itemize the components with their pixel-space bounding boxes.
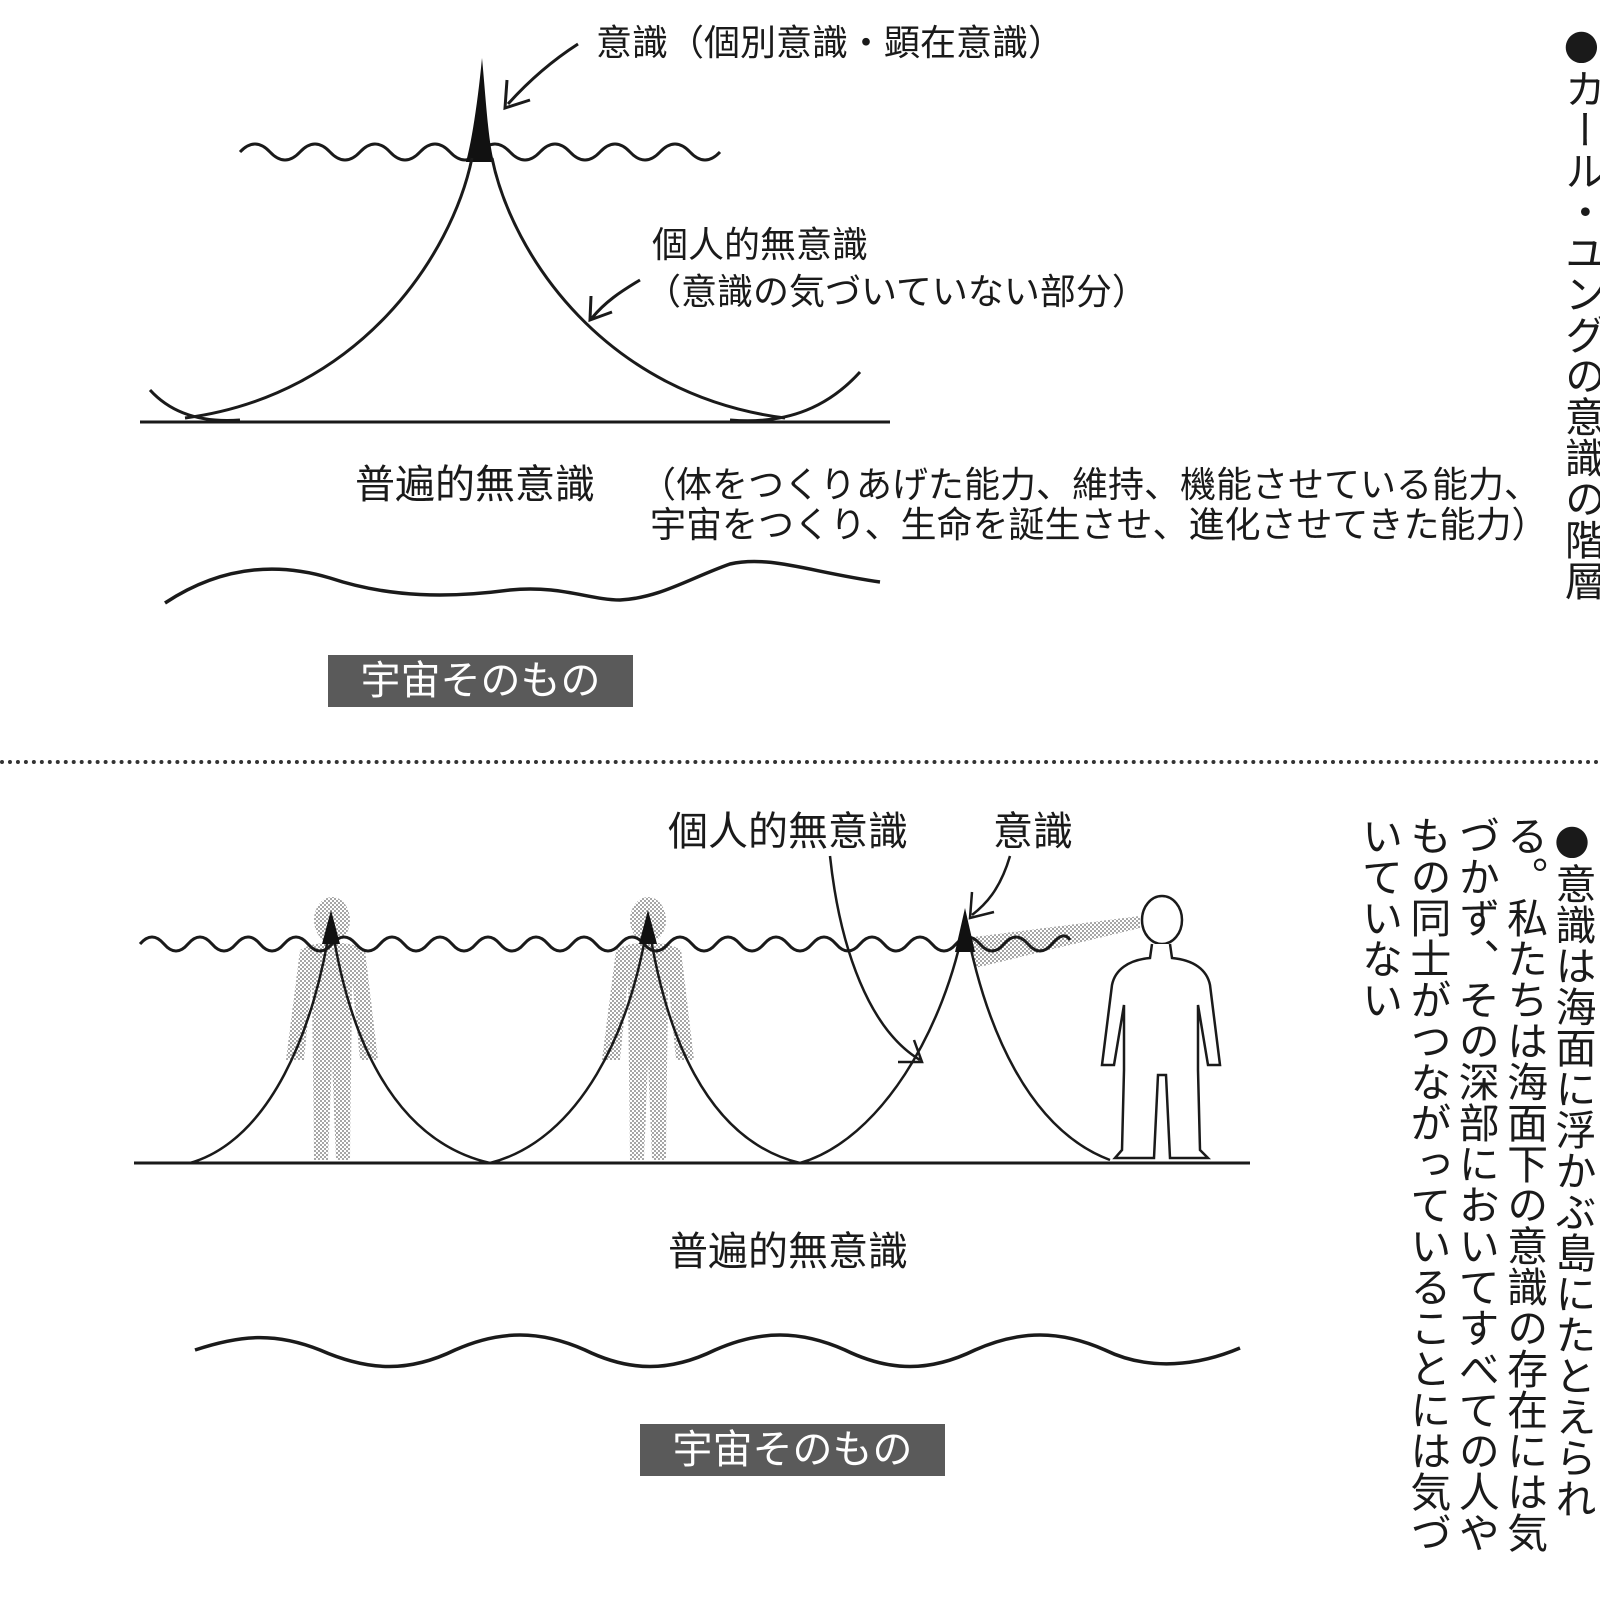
personal-unconscious-arrow	[588, 278, 641, 323]
top-collective-note-line2: 宇宙をつくり、生命を誕生させ、進化させてきた能力）	[650, 505, 1548, 546]
top-collective-unconscious-label: 普遍的無意識	[355, 462, 595, 508]
bottom-collective-unconscious-label: 普遍的無意識	[668, 1229, 908, 1275]
top-personal-unconscious-note: （意識の気づいていない部分）	[645, 272, 1148, 313]
side-note: ●意識は海面に浮かぶ島にたとえられる。私たちは海面下の意識の存在には気づかず、そ…	[1354, 815, 1597, 1553]
top-consciousness-label: 意識（個別意識・顕在意識）	[596, 23, 1065, 64]
right-basin-curve	[729, 370, 862, 423]
top-collective-note-line1: （体をつくりあげた能力、維持、機能させている能力、	[640, 465, 1541, 506]
section-divider	[0, 760, 1600, 764]
personal-unconscious-left-curve	[184, 157, 474, 420]
consciousness-callout	[968, 855, 1012, 920]
bottom-sea-surface-wave	[138, 934, 1072, 953]
consciousness-arrow	[503, 42, 579, 111]
personal-unconscious-callout	[828, 855, 924, 1064]
bottom-consciousness-label: 意識	[993, 809, 1073, 855]
left-basin-curve	[148, 388, 241, 422]
observer-person	[1100, 894, 1222, 1160]
peak-curve-3	[799, 919, 1111, 1165]
top-personal-unconscious-title: 個人的無意識	[652, 225, 869, 266]
consciousness-peak	[466, 58, 494, 162]
top-deep-wave	[164, 559, 881, 605]
bottom-personal-unconscious-label: 個人的無意識	[668, 809, 908, 855]
bottom-deep-wave	[194, 1333, 1241, 1369]
side-title: ●カール・ユングの意識の階層	[1557, 20, 1600, 601]
bottom-universe-label-box: 宇宙そのもの	[640, 1424, 945, 1476]
top-universe-label-box: 宇宙そのもの	[328, 655, 633, 707]
bottom-diagram	[134, 855, 1250, 1369]
